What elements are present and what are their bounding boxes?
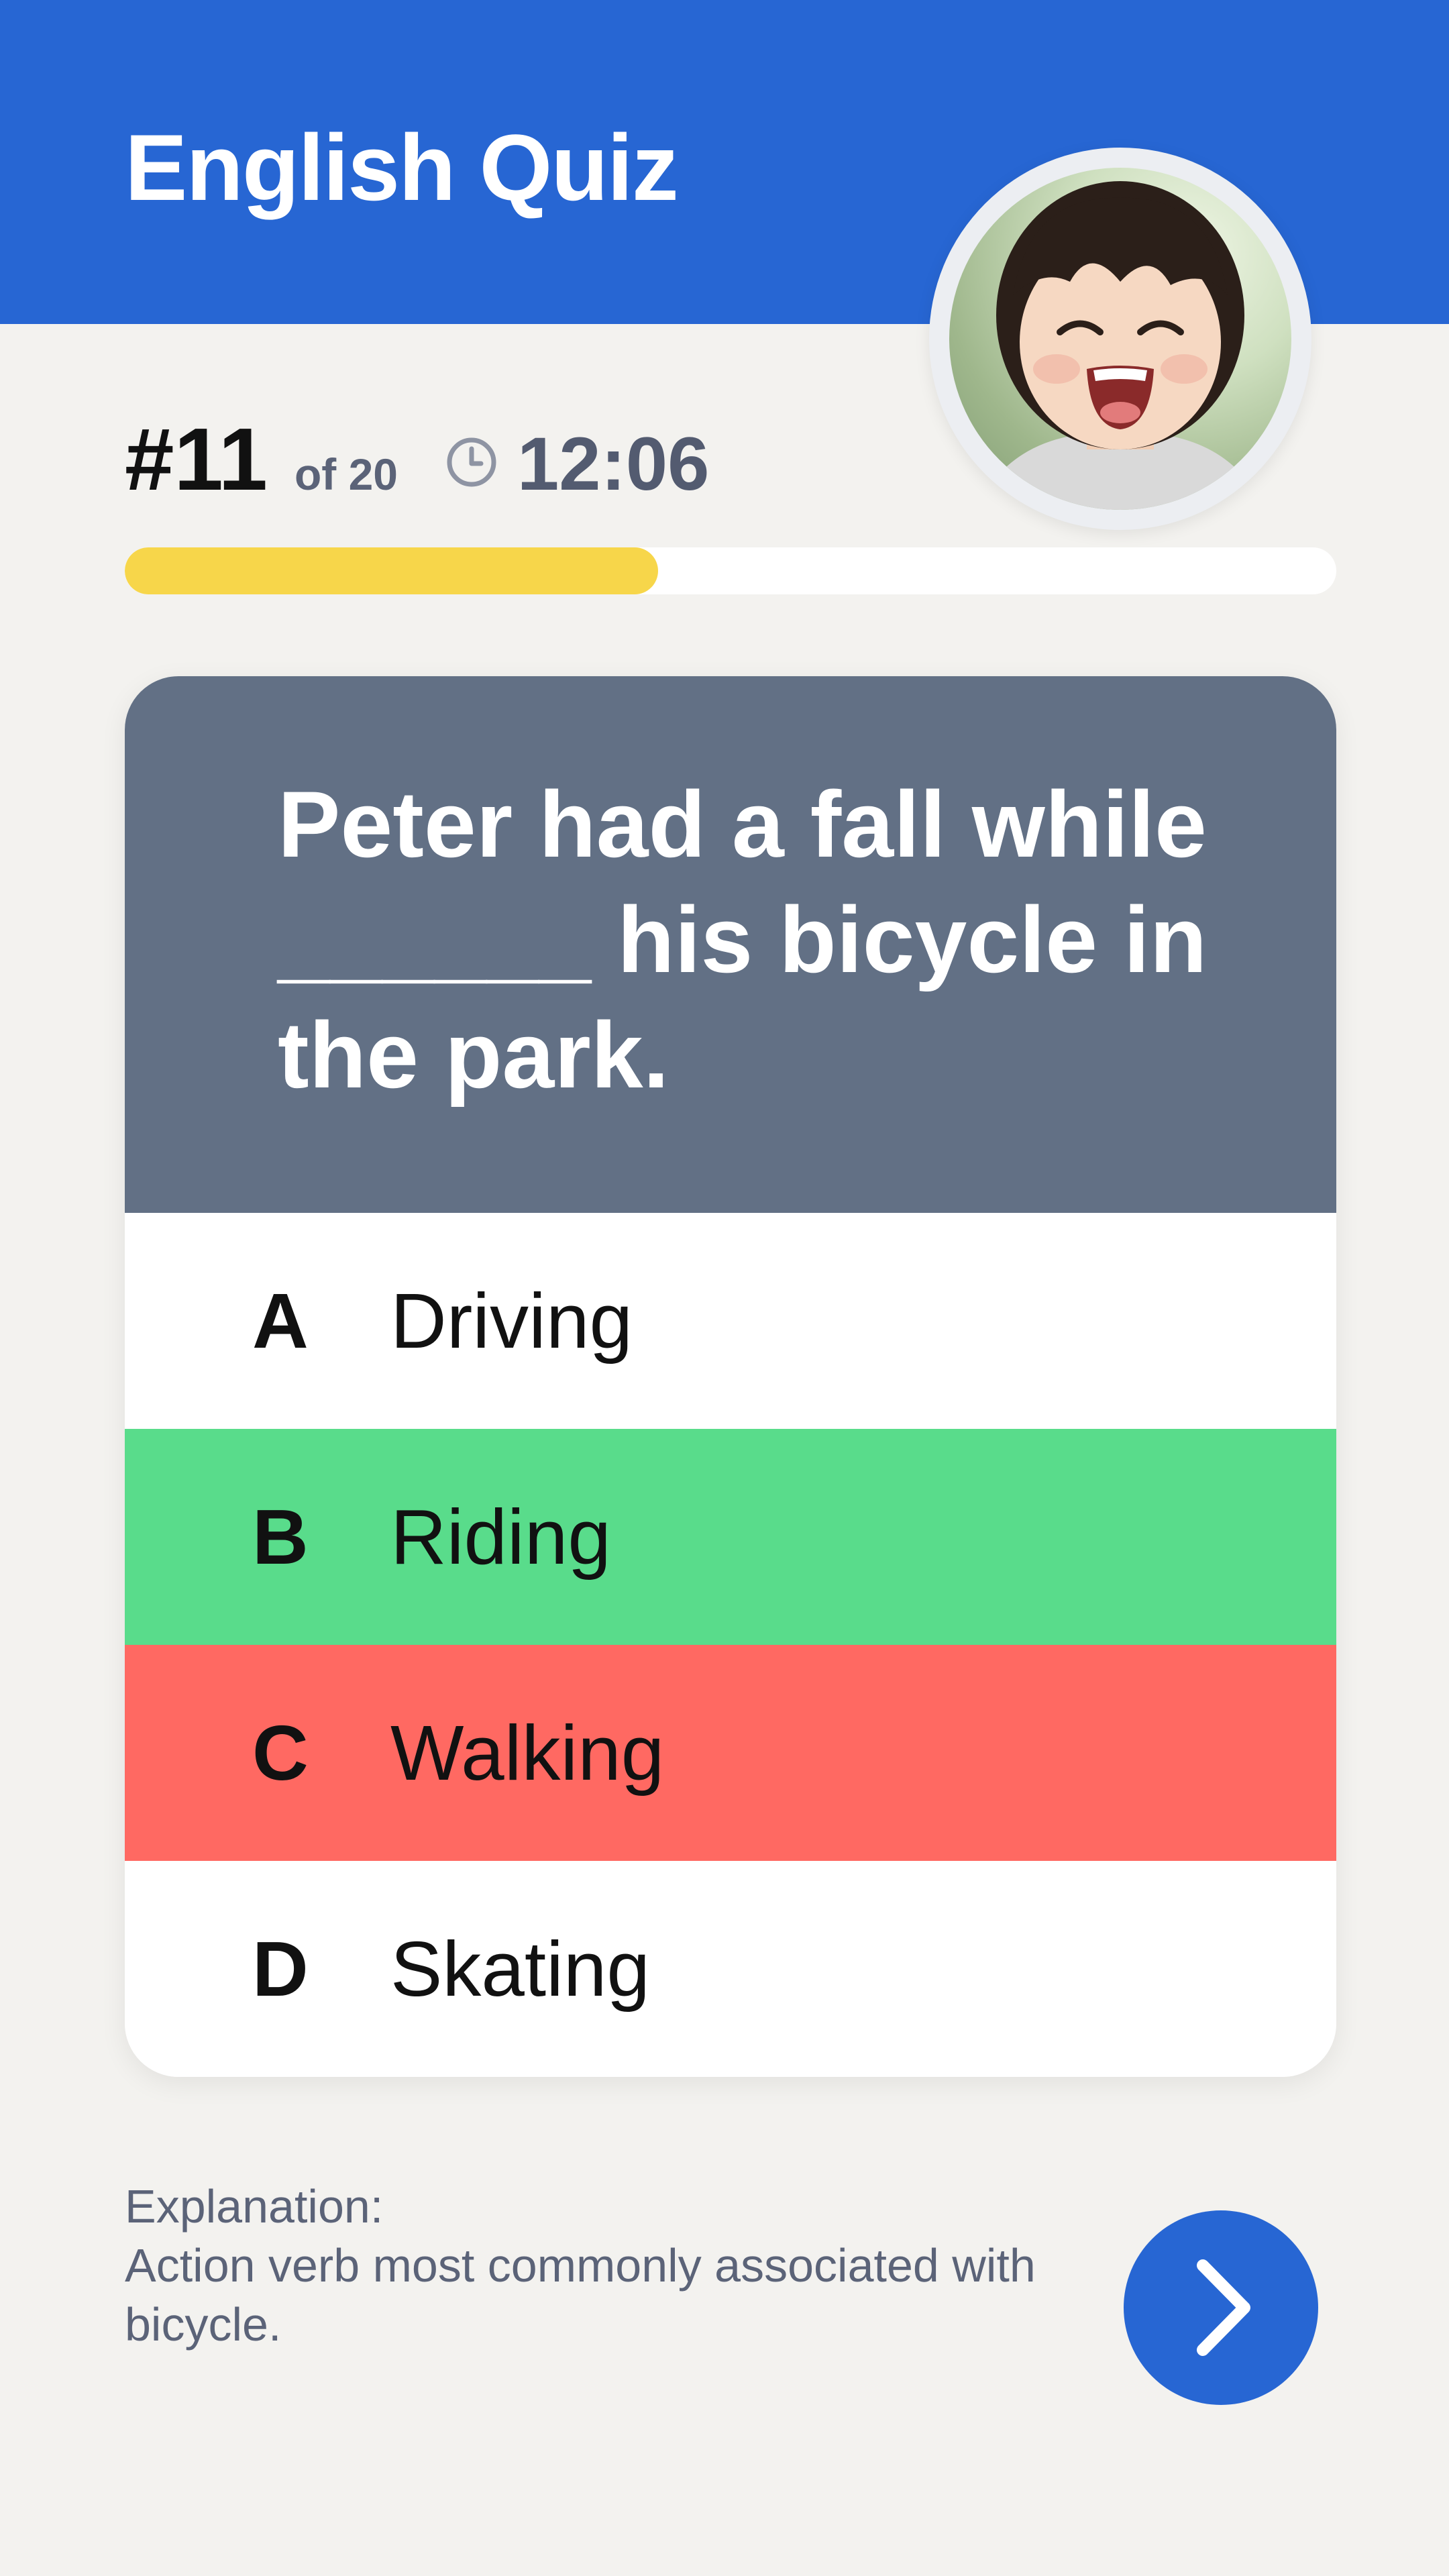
page-title: English Quiz bbox=[125, 115, 679, 220]
option-label: Walking bbox=[390, 1709, 665, 1796]
next-button[interactable] bbox=[1124, 2210, 1318, 2405]
avatar-photo bbox=[949, 168, 1291, 510]
quiz-screen: English Quiz #11 of 20 12:06 Peter had a… bbox=[0, 0, 1449, 2576]
progress-fill bbox=[125, 547, 658, 594]
option-d[interactable]: D Skating bbox=[125, 1861, 1336, 2077]
option-letter: D bbox=[252, 1925, 309, 2012]
option-label: Riding bbox=[390, 1493, 611, 1580]
explanation-label: Explanation: bbox=[125, 2180, 384, 2233]
question-total: of 20 bbox=[294, 449, 398, 499]
option-a[interactable]: A Driving bbox=[125, 1213, 1336, 1429]
explanation-text: Action verb most commonly associated wit… bbox=[125, 2239, 1036, 2351]
question-text: Peter had a fall while ______ his bicycl… bbox=[125, 676, 1336, 1213]
chevron-right-icon bbox=[1197, 2259, 1250, 2356]
explanation: Explanation: Action verb most commonly a… bbox=[125, 2177, 1064, 2354]
option-letter: B bbox=[252, 1493, 309, 1580]
avatar[interactable] bbox=[929, 148, 1311, 530]
child-portrait-illustration bbox=[976, 181, 1265, 510]
question-number: #11 bbox=[125, 410, 268, 508]
option-c[interactable]: C Walking bbox=[125, 1645, 1336, 1861]
option-label: Driving bbox=[390, 1277, 633, 1364]
option-b[interactable]: B Riding bbox=[125, 1429, 1336, 1645]
option-label: Skating bbox=[390, 1925, 650, 2012]
clock-icon bbox=[445, 435, 498, 489]
question-card: Peter had a fall while ______ his bicycl… bbox=[125, 676, 1336, 2077]
timer: 12:06 bbox=[517, 422, 710, 506]
quiz-stats: #11 of 20 12:06 bbox=[125, 402, 709, 517]
progress-bar bbox=[125, 547, 1336, 594]
option-letter: C bbox=[252, 1709, 309, 1796]
option-letter: A bbox=[252, 1277, 309, 1364]
